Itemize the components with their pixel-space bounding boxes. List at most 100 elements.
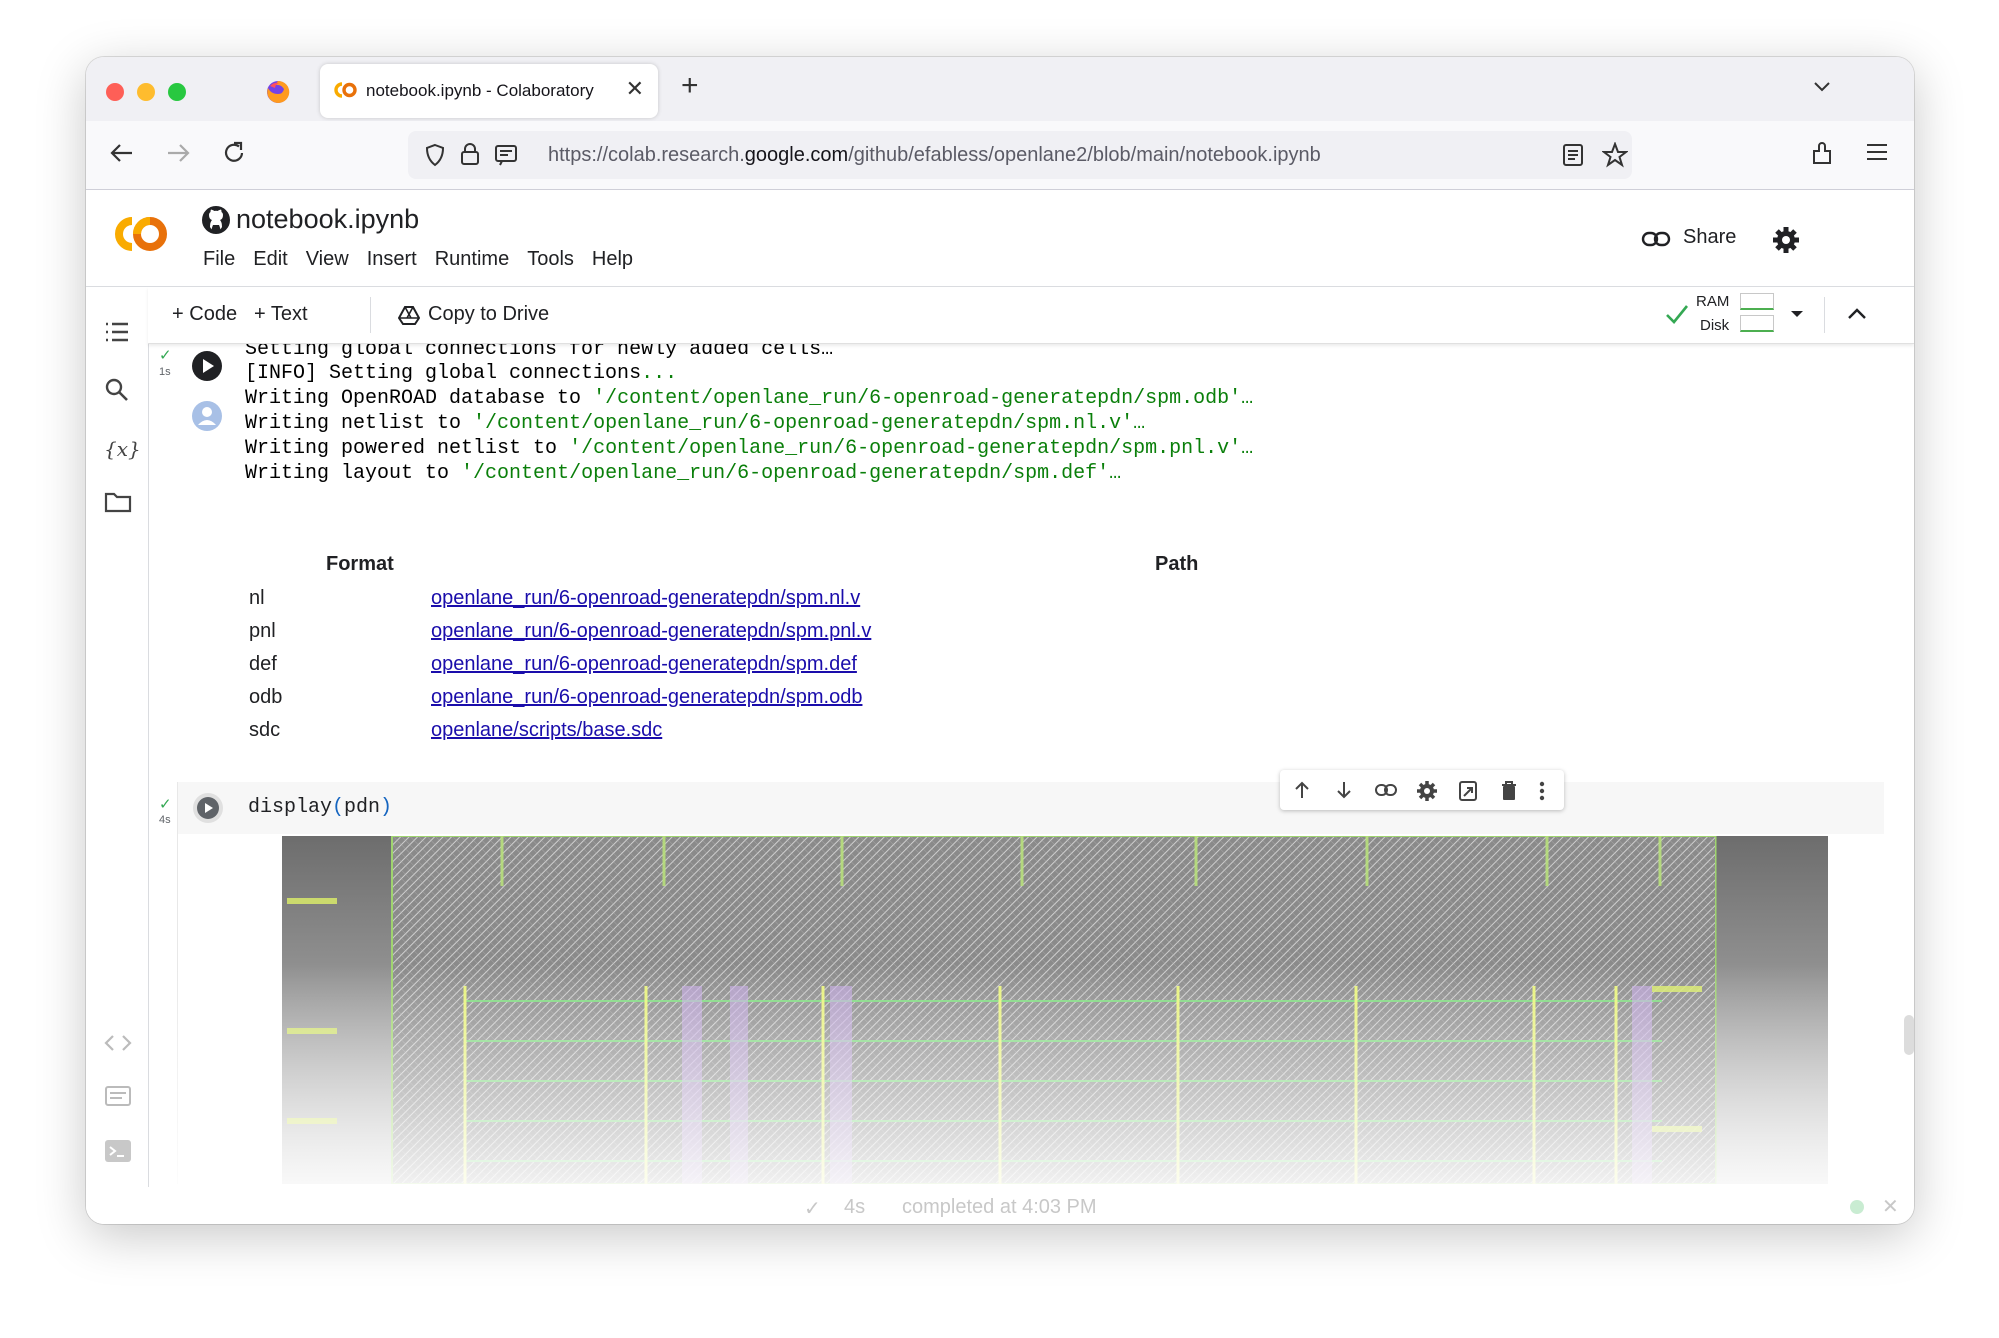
menu-file[interactable]: File [194,248,244,271]
mirror-cell-icon[interactable] [1458,780,1478,802]
disk-label: Disk [1700,317,1730,334]
move-up-icon[interactable] [1292,780,1312,800]
disk-meter[interactable] [1740,315,1774,332]
add-text-label: Text [270,303,308,325]
add-code-label: Code [189,303,238,325]
output-text: Setting global connections for newly add… [245,344,834,361]
output-line: Writing OpenROAD database to '/content/o… [245,387,1253,410]
share-button[interactable]: Share [1683,226,1736,249]
minimize-window-button[interactable] [137,83,155,101]
cell-link-icon[interactable] [1374,780,1398,800]
table-cell-path-link[interactable]: openlane_run/6-openroad-generatepdn/spm.… [431,587,860,610]
new-tab-button[interactable]: + [681,69,699,103]
table-cell-path-link[interactable]: openlane/scripts/base.sdc [431,719,662,742]
table-cell-format: sdc [249,719,281,741]
permissions-icon[interactable] [494,143,518,167]
close-window-button[interactable] [106,83,124,101]
output-text: Writing netlist to [245,412,474,435]
menu-view[interactable]: View [297,248,358,271]
output-line: Writing netlist to '/content/openlane_ru… [245,412,1145,435]
output-line: Writing powered netlist to '/content/ope… [245,437,1253,460]
back-icon[interactable] [108,139,136,167]
chevron-down-icon[interactable] [1811,75,1833,97]
scrollbar-thumb[interactable] [1904,1015,1914,1055]
menu-tools[interactable]: Tools [518,248,583,271]
files-folder-icon[interactable] [104,491,132,513]
colab-header: notebook.ipynb File Edit View Insert Runtime… [86,190,1914,287]
status-dot-icon [1850,1200,1864,1214]
move-down-icon[interactable] [1334,780,1354,800]
shield-icon[interactable] [424,143,446,167]
extensions-icon[interactable] [1808,139,1836,167]
status-close-icon[interactable]: ✕ [1882,1194,1899,1219]
table-cell-path-link[interactable]: openlane_run/6-openroad-generatepdn/spm.… [431,653,857,676]
delete-trash-icon[interactable] [1500,780,1518,802]
tab-strip: notebook.ipynb - Colaboratory ✕ + [86,57,1914,121]
table-cell-path-link[interactable]: openlane_run/6-openroad-generatepdn/spm.… [431,620,871,643]
terminal-icon[interactable] [104,1139,132,1163]
command-palette-icon[interactable] [104,1085,132,1107]
output-avatar-icon [192,401,222,431]
code-paren-open: ( [332,796,345,819]
output-green-text: '/content/openlane_run/6-openroad-genera… [461,462,1122,485]
cell2-run-button[interactable] [192,792,224,824]
add-code-button[interactable]: + Code [172,303,237,326]
table-header-format: Format [326,553,394,575]
menu-edit[interactable]: Edit [244,248,296,271]
collapse-header-icon[interactable] [1846,305,1868,323]
url-text[interactable]: https://colab.research.google.com/github… [548,144,1321,167]
url-prefix: https://colab.research. [548,144,745,166]
copy-to-drive-button[interactable]: Copy to Drive [428,303,549,326]
resources-dropdown-icon[interactable] [1790,309,1804,319]
table-cell-format: nl [249,587,265,609]
notebook-title[interactable]: notebook.ipynb [236,204,419,235]
colab-tab-icon [334,82,357,98]
browser-window: notebook.ipynb - Colaboratory ✕ + https:… [86,57,1914,1224]
code-snippets-icon[interactable] [104,1033,132,1053]
toolbar-divider [370,297,371,333]
tab-colab[interactable]: notebook.ipynb - Colaboratory ✕ [320,64,658,118]
reader-view-icon[interactable] [1562,143,1584,167]
bookmark-star-icon[interactable] [1602,142,1628,168]
status-bar: ✓ 4s completed at 4:03 PM ✕ [86,1187,1914,1224]
link-icon [1641,231,1671,247]
variables-icon[interactable]: {x} [104,437,141,461]
table-cell-path-link[interactable]: openlane_run/6-openroad-generatepdn/spm.… [431,686,862,709]
search-icon[interactable] [104,377,130,403]
code-editor[interactable]: display(pdn) [178,782,1884,834]
colab-logo[interactable] [106,212,172,256]
ram-label: RAM [1696,293,1730,310]
output-line: Writing layout to '/content/openlane_run… [245,462,1121,485]
status-exec-time: 4s [844,1196,866,1218]
close-tab-icon[interactable]: ✕ [626,76,644,102]
forward-icon[interactable] [164,139,192,167]
menu-icon[interactable] [1864,139,1890,165]
more-vert-icon[interactable] [1538,780,1546,802]
lock-icon[interactable] [460,142,480,166]
menu-bar: File Edit View Insert Runtime Tools Help [194,248,642,271]
maximize-window-button[interactable] [168,83,186,101]
code-line[interactable]: display(pdn) [248,796,392,819]
reload-icon[interactable] [220,139,248,167]
navigation-bar: https://colab.research.google.com/github… [86,121,1914,190]
url-bar[interactable]: https://colab.research.google.com/github… [408,131,1632,179]
menu-help[interactable]: Help [583,248,642,271]
code-cell[interactable]: display(pdn) [177,770,1884,1184]
cell1-run-button[interactable] [191,350,223,382]
toolbar-divider-right [1824,297,1825,333]
cell-settings-gear-icon[interactable] [1416,780,1438,802]
output-text: Writing OpenROAD database to [245,387,594,410]
menu-insert[interactable]: Insert [358,248,426,271]
menu-runtime[interactable]: Runtime [426,248,518,271]
github-icon [202,206,230,234]
drive-icon [398,306,420,325]
settings-gear-icon[interactable] [1772,226,1800,254]
table-of-contents-icon[interactable] [104,321,130,343]
connected-check-icon [1666,305,1689,324]
firefox-icon[interactable] [266,80,290,104]
code-argument: pdn [344,796,381,819]
add-text-button[interactable]: + Text [254,303,308,326]
output-text: Writing layout to [245,462,462,485]
cell1-exec-time: 1s [159,366,171,378]
ram-meter[interactable] [1740,293,1774,310]
